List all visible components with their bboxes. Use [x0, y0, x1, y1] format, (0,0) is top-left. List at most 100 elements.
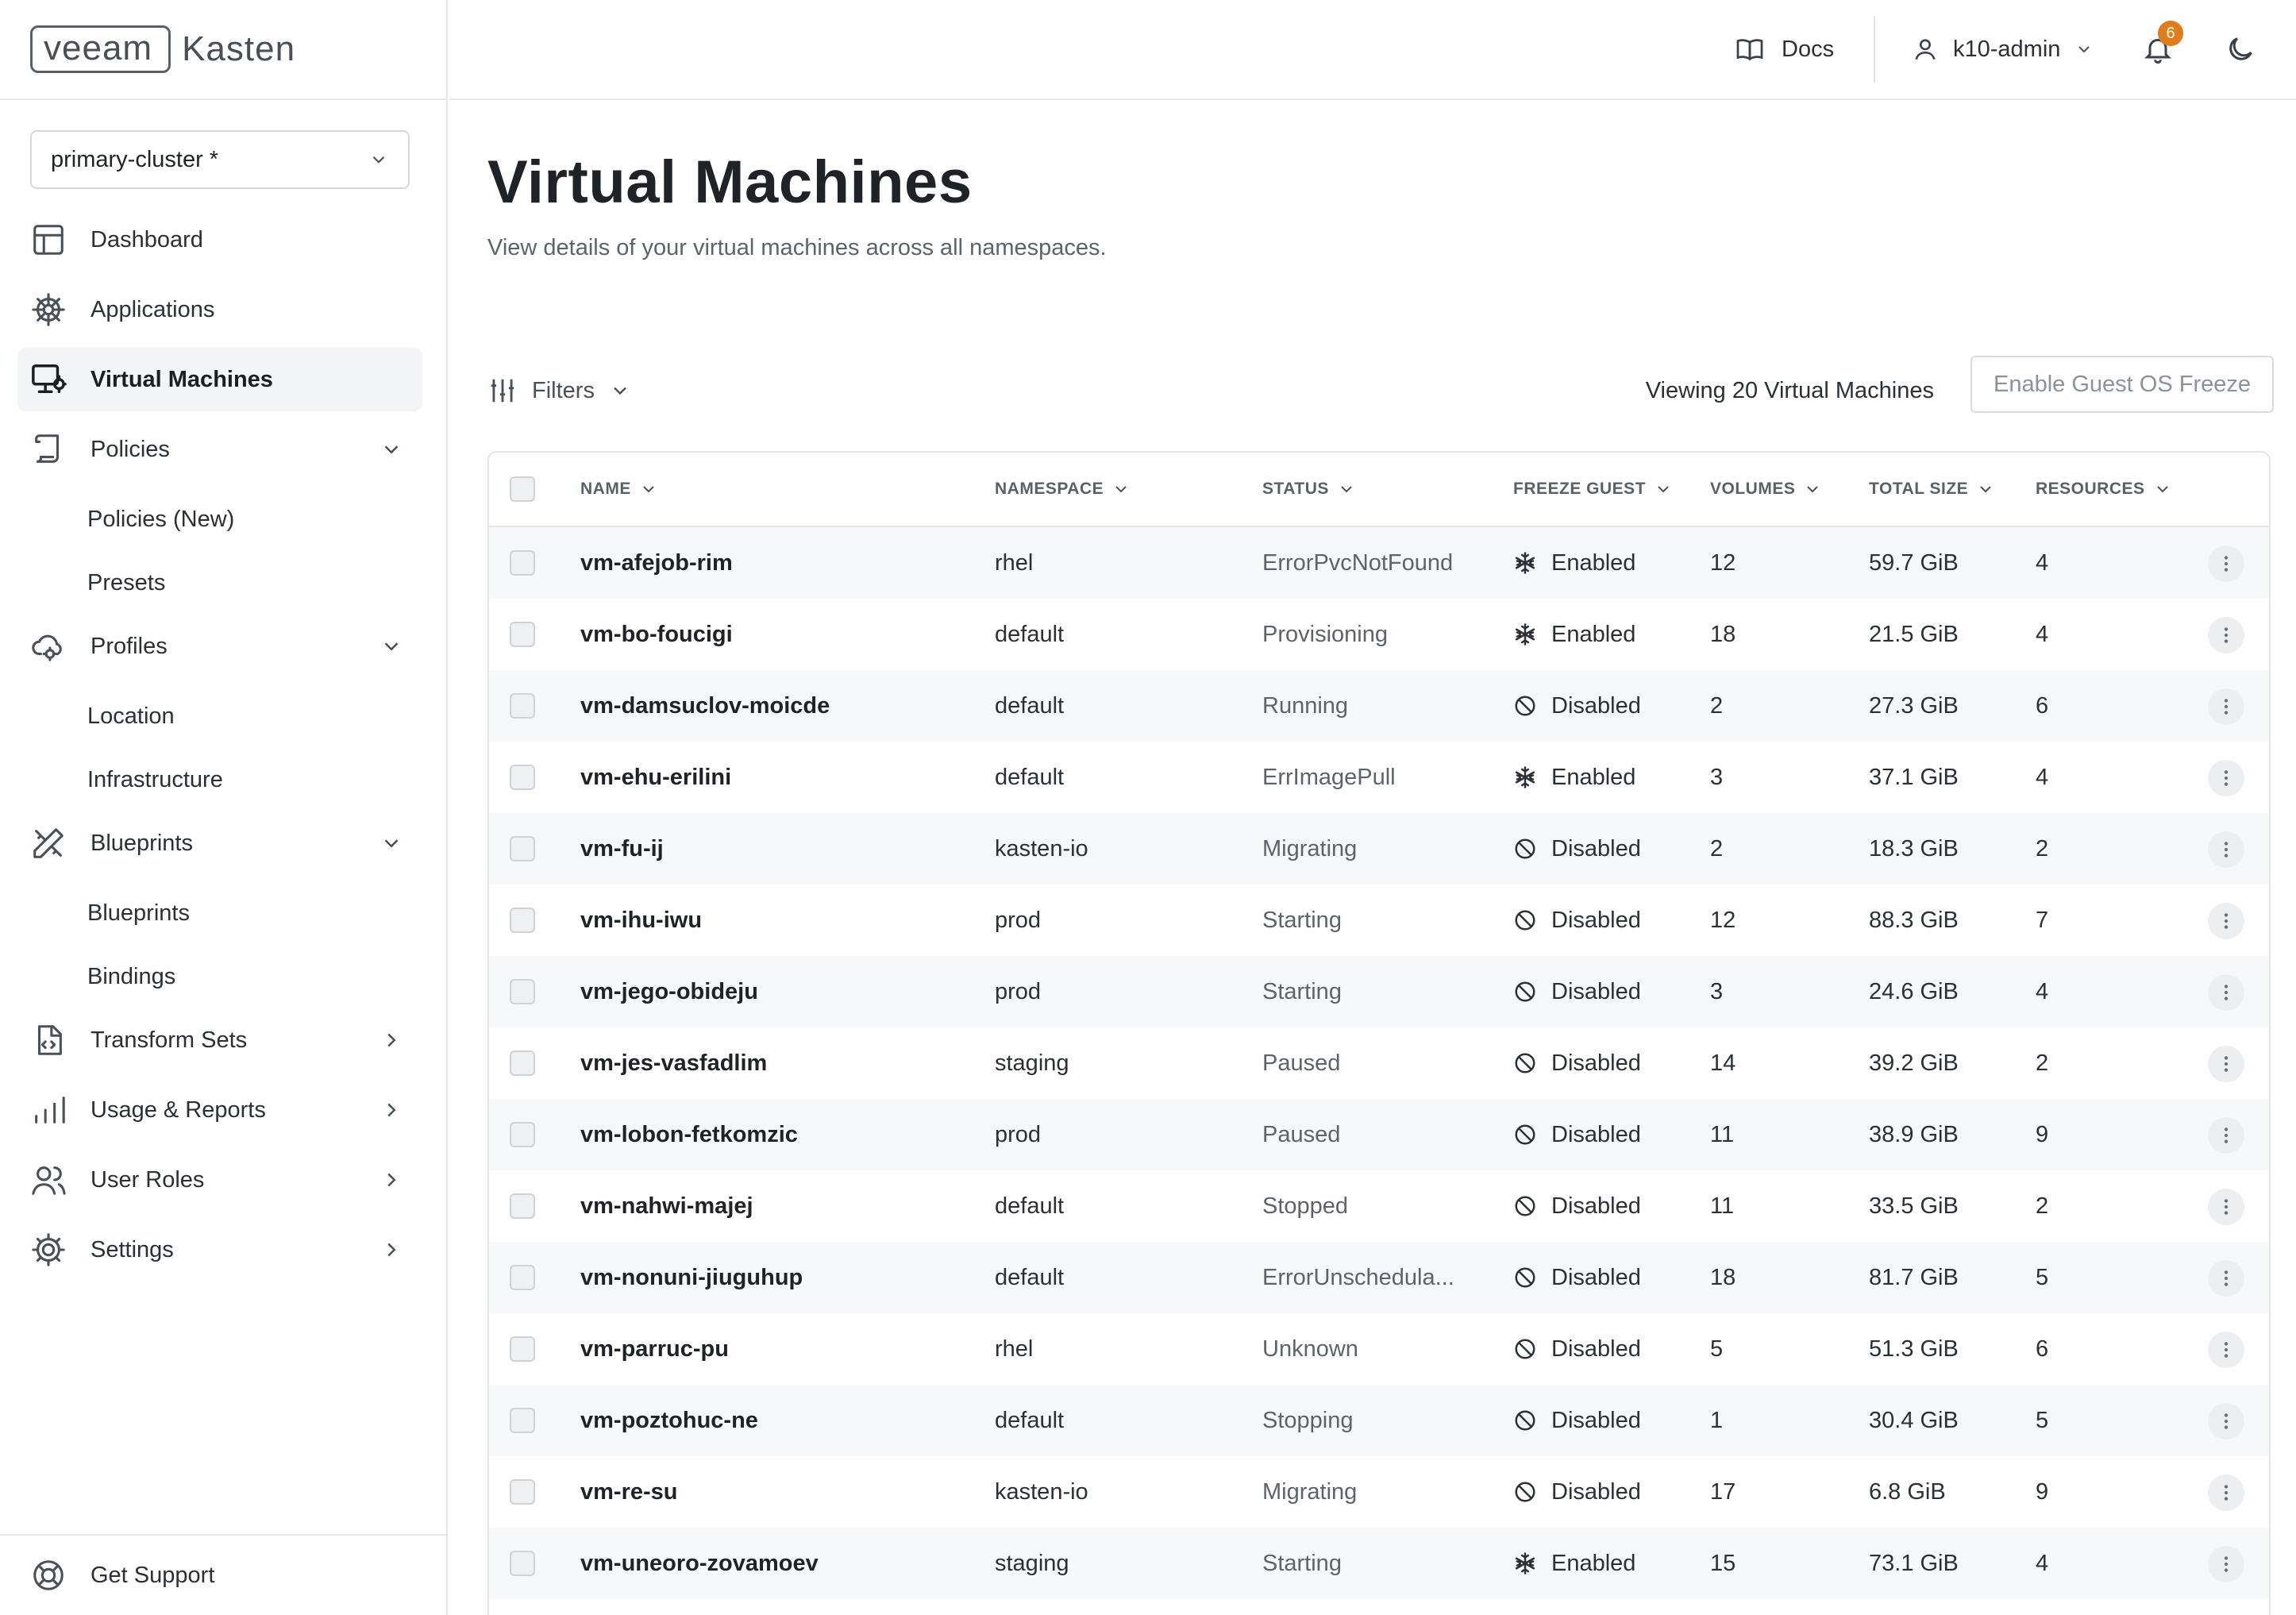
row-actions-menu-icon[interactable]	[2208, 1546, 2244, 1582]
row-actions-menu-icon[interactable]	[2208, 903, 2244, 939]
row-checkbox[interactable]	[510, 1193, 535, 1219]
row-checkbox[interactable]	[510, 908, 535, 933]
cell-volumes: 2	[1710, 813, 1723, 885]
row-actions-menu-icon[interactable]	[2208, 760, 2244, 796]
cell-volumes: 3	[1710, 956, 1723, 1027]
brand-logo-kasten[interactable]: Kasten	[182, 29, 295, 69]
table-row[interactable]: vm-poztohuc-ne default Stopping Disabled 1 30…	[489, 1385, 2269, 1456]
row-checkbox[interactable]	[510, 1408, 535, 1433]
row-actions-menu-icon[interactable]	[2208, 1117, 2244, 1154]
table-row[interactable]: vm-parruc-pu rhel Unknown Disabled 5 51.3 GiB…	[489, 1313, 2269, 1385]
row-checkbox[interactable]	[510, 622, 535, 647]
row-actions-menu-icon[interactable]	[2208, 1403, 2244, 1440]
sidebar-item-settings[interactable]: Settings	[17, 1218, 422, 1282]
cell-name[interactable]: vm-ihu-iwu	[580, 885, 702, 956]
table-row[interactable]: vm-ihu-iwu prod Starting Disabled 12 88.3 GiB…	[489, 885, 2269, 956]
cell-name[interactable]: vm-bo-foucigi	[580, 599, 733, 670]
get-support-link[interactable]: Get Support	[0, 1534, 446, 1615]
row-checkbox[interactable]	[510, 1479, 535, 1505]
table-row[interactable]: vm-nahwi-majej default Stopped Disabled 11 33…	[489, 1170, 2269, 1242]
cell-resources-text: 4	[2036, 1550, 2049, 1576]
row-actions-menu-icon[interactable]	[2208, 831, 2244, 868]
moon-icon[interactable]	[2225, 33, 2256, 65]
table-row[interactable]: vm-damsuclov-moicde default Running Disable…	[489, 670, 2269, 742]
row-actions-menu-icon[interactable]	[2208, 617, 2244, 653]
cell-name[interactable]: vm-ehu-erilini	[580, 742, 731, 813]
cell-name[interactable]: vm-jego-obideju	[580, 956, 758, 1027]
cell-name[interactable]: vm-parruc-pu	[580, 1313, 729, 1385]
table-row[interactable]: vm-lobon-fetkomzic prod Paused Disabled 11 38…	[489, 1099, 2269, 1170]
sidebar-item-profiles[interactable]: Profiles	[17, 615, 422, 678]
sidebar-subitem-bindings[interactable]: Bindings	[17, 945, 422, 1008]
table-row[interactable]: vm-re-su kasten-io Migrating Disabled 17 6.8 …	[489, 1456, 2269, 1528]
table-row[interactable]: vm-jego-obideju prod Starting Disabled 3 24.6…	[489, 956, 2269, 1027]
cell-freeze: Disabled	[1513, 1456, 1641, 1528]
user-menu[interactable]: k10-admin	[1912, 0, 2094, 98]
sidebar-item-user-roles[interactable]: User Roles	[17, 1148, 422, 1212]
row-checkbox[interactable]	[510, 693, 535, 719]
filters-button[interactable]: Filters	[487, 367, 631, 414]
row-actions-menu-icon[interactable]	[2208, 1260, 2244, 1297]
enable-guest-os-freeze-button[interactable]: Enable Guest OS Freeze	[1970, 356, 2274, 413]
cell-name[interactable]: vm-jes-vasfadlim	[580, 1027, 767, 1099]
get-support-label: Get Support	[91, 1562, 215, 1588]
cell-size-text: 73.1 GiB	[1869, 1550, 1959, 1576]
sidebar-subitem-policies-new[interactable]: Policies (New)	[17, 488, 422, 551]
row-actions-menu-icon[interactable]	[2208, 974, 2244, 1011]
cell-name[interactable]: vm-damsuclov-moicde	[580, 670, 830, 742]
column-header-volumes[interactable]: VOLUMES	[1710, 453, 1822, 526]
sidebar-item-applications[interactable]: Applications	[17, 278, 422, 341]
sidebar-item-blueprints[interactable]: Blueprints	[17, 811, 422, 875]
column-header-freeze-guest[interactable]: FREEZE GUEST	[1513, 453, 1673, 526]
table-row[interactable]: vm-nonuni-jiuguhup default ErrorUnschedula…	[489, 1242, 2269, 1313]
column-header-resources[interactable]: RESOURCES	[2036, 453, 2172, 526]
row-checkbox[interactable]	[510, 1551, 535, 1576]
cell-name[interactable]: vm-uneoro-zovamoev	[580, 1528, 819, 1599]
column-header-namespace[interactable]: NAMESPACE	[995, 453, 1131, 526]
sidebar-item-virtual-machines[interactable]: Virtual Machines	[17, 348, 422, 411]
column-header-status[interactable]: STATUS	[1262, 453, 1356, 526]
cluster-select[interactable]: primary-cluster *	[30, 130, 410, 189]
cell-name[interactable]: vm-nonuni-jiuguhup	[580, 1242, 803, 1313]
row-actions-menu-icon[interactable]	[2208, 545, 2244, 582]
table-row[interactable]: vm-uneoro-zovamoev staging Starting Enabled…	[489, 1528, 2269, 1599]
row-actions-menu-icon[interactable]	[2208, 1332, 2244, 1368]
docs-link[interactable]: Docs	[1735, 0, 1834, 98]
sidebar-subitem-presets[interactable]: Presets	[17, 551, 422, 615]
sidebar-subitem-location[interactable]: Location	[17, 684, 422, 748]
row-checkbox[interactable]	[510, 979, 535, 1004]
cell-name[interactable]: vm-re-su	[580, 1456, 678, 1528]
table-row[interactable]: vm-bo-foucigi default Provisioning Enabled 1…	[489, 599, 2269, 670]
select-all-checkbox[interactable]	[510, 476, 535, 502]
sidebar-item-policies[interactable]: Policies	[17, 418, 422, 481]
sidebar-subitem-blueprints[interactable]: Blueprints	[17, 881, 422, 945]
row-checkbox[interactable]	[510, 1336, 535, 1362]
row-checkbox[interactable]	[510, 1265, 535, 1290]
row-actions-menu-icon[interactable]	[2208, 688, 2244, 725]
cell-name[interactable]: vm-nahwi-majej	[580, 1170, 753, 1242]
row-actions-menu-icon[interactable]	[2208, 1189, 2244, 1225]
table-row[interactable]: vm-ehu-erilini default ErrImagePull Enabled…	[489, 742, 2269, 813]
cell-name[interactable]: vm-afejob-rim	[580, 527, 733, 599]
brand-logo-veeam[interactable]: veeam	[30, 25, 171, 73]
sidebar-item-dashboard[interactable]: Dashboard	[17, 208, 422, 272]
cell-name[interactable]: vm-poztohuc-ne	[580, 1385, 758, 1456]
sidebar-subitem-infrastructure[interactable]: Infrastructure	[17, 748, 422, 811]
row-checkbox[interactable]	[510, 550, 535, 576]
cell-name[interactable]: vm-lobon-fetkomzic	[580, 1099, 798, 1170]
table-row[interactable]: vm-jes-vasfadlim staging Paused Disabled 14 3…	[489, 1027, 2269, 1099]
column-header-total-size[interactable]: TOTAL SIZE	[1869, 453, 1995, 526]
table-row[interactable]: vm-afejob-rim rhel ErrorPvcNotFound Enabled…	[489, 527, 2269, 599]
row-checkbox[interactable]	[510, 836, 535, 861]
row-checkbox[interactable]	[510, 1050, 535, 1076]
row-actions-menu-icon[interactable]	[2208, 1046, 2244, 1082]
sidebar-item-transform-sets[interactable]: Transform Sets	[17, 1008, 422, 1072]
row-checkbox[interactable]	[510, 1122, 535, 1147]
cell-name[interactable]: vm-fu-ij	[580, 813, 664, 885]
table-row[interactable]: vm-fu-ij kasten-io Migrating Disabled 2 18.3 …	[489, 813, 2269, 885]
cell-resources-text: 6	[2036, 1336, 2049, 1362]
sidebar-item-usage-reports[interactable]: Usage & Reports	[17, 1078, 422, 1142]
row-actions-menu-icon[interactable]	[2208, 1474, 2244, 1511]
row-checkbox[interactable]	[510, 765, 535, 790]
column-header-name[interactable]: NAME	[580, 453, 658, 526]
